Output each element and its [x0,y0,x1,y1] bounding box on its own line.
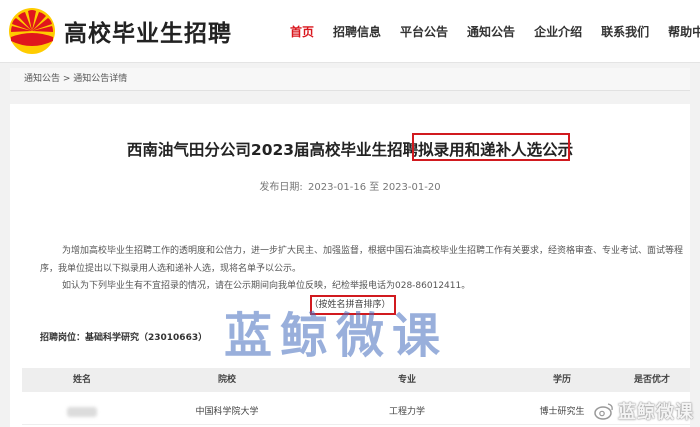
petrochina-logo-icon[interactable] [8,7,56,55]
header-major: 专业 [397,375,416,385]
publish-date: 发布日期: 2023-01-16 至 2023-01-20 [10,178,690,193]
table-row: 中国科学院大学 工程力学 博士研究生 [22,400,690,425]
position-label: 招聘岗位：基础科学研究（23010663） [40,333,208,343]
publish-date-label: 发布日期: [259,182,303,193]
breadcrumb-current: 通知公告详情 [73,74,128,84]
cell-major: 工程力学 [388,407,425,417]
paragraph-1-line-1: 为增加高校毕业生招聘工作的透明度和公信力，进一步扩大民主、加强监督，根据中国石油… [62,246,684,256]
nav-announcements[interactable]: 通知公告 [467,23,515,40]
header-talent: 是否优才 [633,375,670,385]
nav-home[interactable]: 首页 [290,23,314,40]
breadcrumb: 通知公告 > 通知公告详情 [10,68,690,91]
header-name: 姓名 [72,375,91,385]
header-school: 院校 [217,375,236,385]
main-nav: 首页 招聘信息 平台公告 通知公告 企业介绍 联系我们 帮助中心 [290,0,700,62]
nav-company-intro[interactable]: 企业介绍 [534,23,582,40]
nav-contact-us[interactable]: 联系我们 [601,23,649,40]
cell-school: 中国科学院大学 [195,407,259,417]
article-content: 西南油气田分公司2023届高校毕业生招聘拟录用和递补人选公示 发布日期: 202… [10,104,690,427]
cell-name [42,400,122,424]
nav-platform-notice[interactable]: 平台公告 [400,23,448,40]
blurred-name [67,406,97,417]
watermark-text: 蓝鲸微课 [224,308,449,364]
publish-date-range: 2023-01-16 至 2023-01-20 [307,182,441,193]
header-degree: 学历 [552,375,571,385]
cell-degree: 博士研究生 [539,407,585,417]
article-title: 西南油气田分公司2023届高校毕业生招聘拟录用和递补人选公示 [126,141,574,159]
table-header: 姓名 院校 专业 学历 是否优才 [22,368,690,392]
breadcrumb-separator: > [60,74,74,84]
corner-watermark: 蓝鲸微课 [594,398,694,424]
nav-job-info[interactable]: 招聘信息 [333,23,381,40]
nav-help-center[interactable]: 帮助中心 [668,23,700,40]
corner-watermark-text: 蓝鲸微课 [618,402,694,423]
paragraph-1-line-2: 序，我单位提出以下拟录用人选和递补人选，现将名单予以公示。 [40,264,302,274]
paragraph-2: 如认为下列毕业生有不宜招录的情况，请在公示期间向我单位反映，纪检举报电话为028… [62,281,471,291]
weibo-icon [594,403,613,420]
site-title: 高校毕业生招聘 [64,21,232,47]
title-highlight-box [412,133,570,161]
site-header: 高校毕业生招聘 首页 招聘信息 平台公告 通知公告 企业介绍 联系我们 帮助中心 [0,0,700,63]
breadcrumb-root-link[interactable]: 通知公告 [24,74,60,84]
